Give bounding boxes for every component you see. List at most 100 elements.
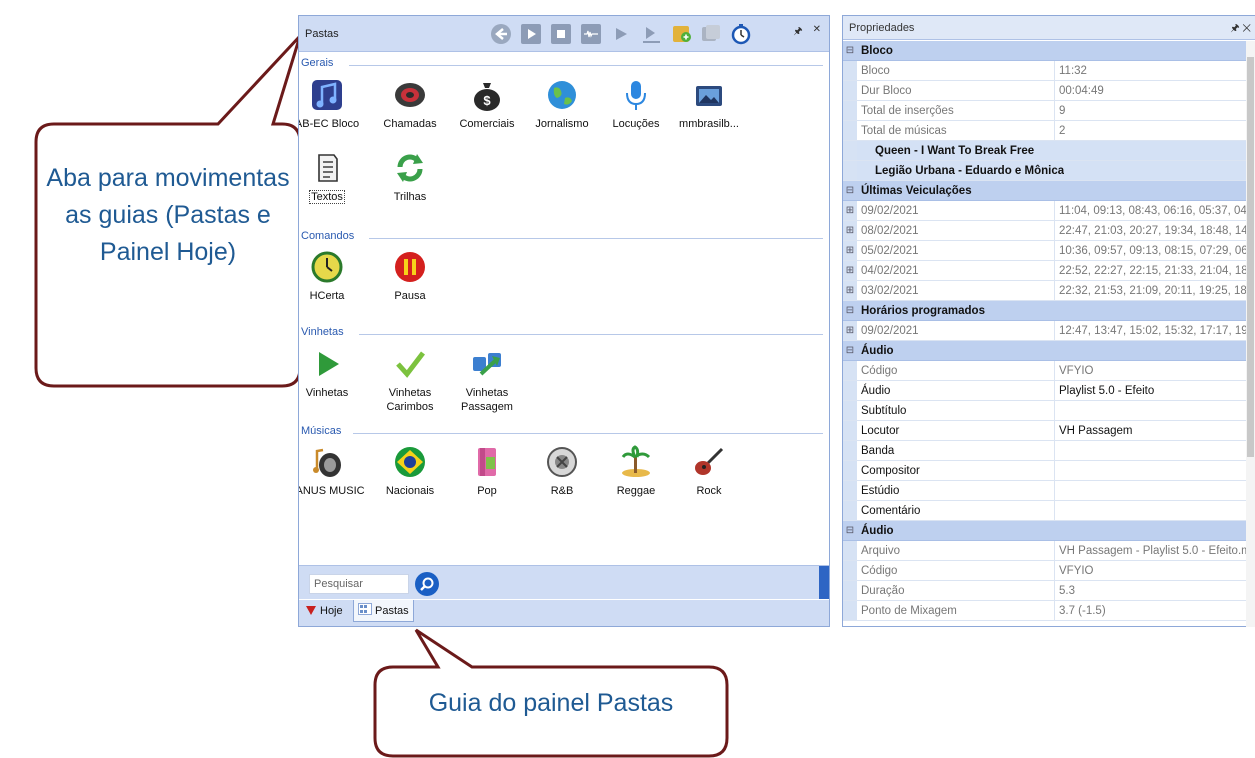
close-icon[interactable]: ✕: [813, 24, 821, 41]
tab-pastas[interactable]: Pastas: [353, 600, 414, 622]
property-row[interactable]: Estúdio: [843, 481, 1247, 501]
row-gutter[interactable]: [843, 481, 857, 500]
row-gutter[interactable]: [843, 501, 857, 520]
property-category[interactable]: ⊟ Áudio: [843, 341, 1247, 361]
next-icon[interactable]: [609, 22, 633, 46]
property-category[interactable]: ⊟ Áudio: [843, 521, 1247, 541]
folder-lanus-music[interactable]: LANUS MUSIC: [299, 444, 367, 498]
property-value[interactable]: 3.7 (-1.5): [1055, 601, 1247, 620]
play-to-line-icon[interactable]: [639, 22, 663, 46]
property-category[interactable]: ⊟ Bloco: [843, 41, 1247, 61]
expand-icon[interactable]: ⊞: [843, 201, 857, 220]
row-gutter[interactable]: [843, 101, 857, 120]
back-icon[interactable]: [489, 22, 513, 46]
property-row[interactable]: Bloco 11:32: [843, 61, 1247, 81]
property-row[interactable]: ⊞ 04/02/2021 22:52, 22:27, 22:15, 21:33, 2…: [843, 261, 1247, 281]
expand-icon[interactable]: ⊞: [843, 321, 857, 340]
property-value[interactable]: VH Passagem: [1055, 421, 1247, 440]
expand-icon[interactable]: ⊞: [843, 221, 857, 240]
folder-comerciais[interactable]: $ Comerciais: [447, 77, 527, 131]
property-value[interactable]: 22:32, 21:53, 21:09, 20:11, 19:25, 18:5: [1055, 281, 1247, 300]
row-gutter[interactable]: [843, 61, 857, 80]
property-value[interactable]: VFYIO: [1055, 361, 1247, 380]
row-gutter[interactable]: [843, 581, 857, 600]
folder-reggae[interactable]: Reggae: [596, 444, 676, 498]
property-row[interactable]: Áudio Playlist 5.0 - Efeito: [843, 381, 1247, 401]
row-gutter[interactable]: [843, 441, 857, 460]
property-song-row[interactable]: Queen - I Want To Break Free: [843, 141, 1247, 161]
property-row[interactable]: Banda: [843, 441, 1247, 461]
property-category[interactable]: ⊟ Horários programados: [843, 301, 1247, 321]
row-gutter[interactable]: [843, 601, 857, 620]
folder-chamadas[interactable]: Chamadas: [370, 77, 450, 131]
property-value[interactable]: 10:36, 09:57, 09:13, 08:15, 07:29, 06:5: [1055, 241, 1247, 260]
property-value[interactable]: 5.3: [1055, 581, 1247, 600]
property-value[interactable]: Playlist 5.0 - Efeito: [1055, 381, 1247, 400]
folder-pop[interactable]: Pop: [447, 444, 527, 498]
property-value[interactable]: 9: [1055, 101, 1247, 120]
property-row[interactable]: Comentário: [843, 501, 1247, 521]
property-row[interactable]: Subtítulo: [843, 401, 1247, 421]
property-value[interactable]: [1055, 401, 1247, 420]
folder-mmbrasil[interactable]: mmbrasilb...: [669, 77, 749, 131]
folder-vinhetas[interactable]: Vinhetas: [299, 346, 367, 400]
property-value[interactable]: 22:52, 22:27, 22:15, 21:33, 21:04, 18:3: [1055, 261, 1247, 280]
folder-rnb[interactable]: R&B: [522, 444, 602, 498]
folder-vinhetas-carimbos[interactable]: Vinhetas Carimbos: [370, 346, 450, 414]
folder-ab-ec-bloco[interactable]: AB-EC Bloco: [299, 77, 367, 131]
row-gutter[interactable]: [843, 401, 857, 420]
collapse-icon[interactable]: ⊟: [843, 341, 857, 360]
property-row[interactable]: ⊞ 09/02/2021 12:47, 13:47, 15:02, 15:32, 1…: [843, 321, 1247, 341]
property-value[interactable]: 11:04, 09:13, 08:43, 06:16, 05:37, 04:5: [1055, 201, 1247, 220]
property-value[interactable]: 12:47, 13:47, 15:02, 15:32, 17:17, 19:0: [1055, 321, 1247, 340]
property-row[interactable]: Locutor VH Passagem: [843, 421, 1247, 441]
resize-grip[interactable]: [819, 566, 829, 599]
folder-rock[interactable]: Rock: [669, 444, 749, 498]
row-gutter[interactable]: [843, 421, 857, 440]
row-gutter[interactable]: [843, 461, 857, 480]
properties-titlebar[interactable]: Propriedades 🖈︎ ✕: [843, 16, 1255, 40]
property-row[interactable]: Total de inserções 9: [843, 101, 1247, 121]
expand-icon[interactable]: ⊞: [843, 241, 857, 260]
row-gutter[interactable]: [843, 161, 857, 180]
folders-panel-titlebar[interactable]: Pastas 🖈︎ ✕: [299, 16, 829, 52]
folder-jornalismo[interactable]: Jornalismo: [522, 77, 602, 131]
property-value[interactable]: [1055, 501, 1247, 520]
row-gutter[interactable]: [843, 561, 857, 580]
properties-scrollbar[interactable]: [1246, 41, 1255, 627]
waveform-icon[interactable]: [579, 22, 603, 46]
expand-icon[interactable]: ⊞: [843, 261, 857, 280]
tab-hoje[interactable]: Hoje: [301, 600, 347, 622]
property-row[interactable]: ⊞ 05/02/2021 10:36, 09:57, 09:13, 08:15, 0…: [843, 241, 1247, 261]
property-row[interactable]: Total de músicas 2: [843, 121, 1247, 141]
folder-vinhetas-passagem[interactable]: Vinhetas Passagem: [447, 346, 527, 414]
folder-locucoes[interactable]: Locuções: [596, 77, 676, 131]
row-gutter[interactable]: [843, 381, 857, 400]
property-row[interactable]: Dur Bloco 00:04:49: [843, 81, 1247, 101]
property-value[interactable]: 2: [1055, 121, 1247, 140]
property-value[interactable]: VH Passagem - Playlist 5.0 - Efeito.m: [1055, 541, 1247, 560]
property-row[interactable]: ⊞ 03/02/2021 22:32, 21:53, 21:09, 20:11, 1…: [843, 281, 1247, 301]
row-gutter[interactable]: [843, 141, 857, 160]
property-category[interactable]: ⊟ Últimas Veiculações: [843, 181, 1247, 201]
pin-icon[interactable]: 🖈︎: [793, 24, 802, 41]
property-value[interactable]: 22:47, 21:03, 20:27, 19:34, 18:48, 14:4: [1055, 221, 1247, 240]
row-gutter[interactable]: [843, 81, 857, 100]
row-gutter[interactable]: [843, 361, 857, 380]
collapse-icon[interactable]: ⊟: [843, 41, 857, 60]
property-value[interactable]: [1055, 461, 1247, 480]
property-row[interactable]: Duração 5.3: [843, 581, 1247, 601]
pin-icon[interactable]: 🖈︎ ✕: [1230, 21, 1251, 38]
collapse-icon[interactable]: ⊟: [843, 301, 857, 320]
stop-icon[interactable]: [549, 22, 573, 46]
row-gutter[interactable]: [843, 121, 857, 140]
scrollbar-thumb[interactable]: [1247, 57, 1254, 457]
play-icon[interactable]: [519, 22, 543, 46]
property-value[interactable]: VFYIO: [1055, 561, 1247, 580]
property-value[interactable]: [1055, 441, 1247, 460]
property-row[interactable]: ⊞ 08/02/2021 22:47, 21:03, 20:27, 19:34, 1…: [843, 221, 1247, 241]
collapse-icon[interactable]: ⊟: [843, 521, 857, 540]
search-input[interactable]: [309, 574, 409, 594]
property-row[interactable]: Código VFYIO: [843, 561, 1247, 581]
property-row[interactable]: Arquivo VH Passagem - Playlist 5.0 - Efei…: [843, 541, 1247, 561]
